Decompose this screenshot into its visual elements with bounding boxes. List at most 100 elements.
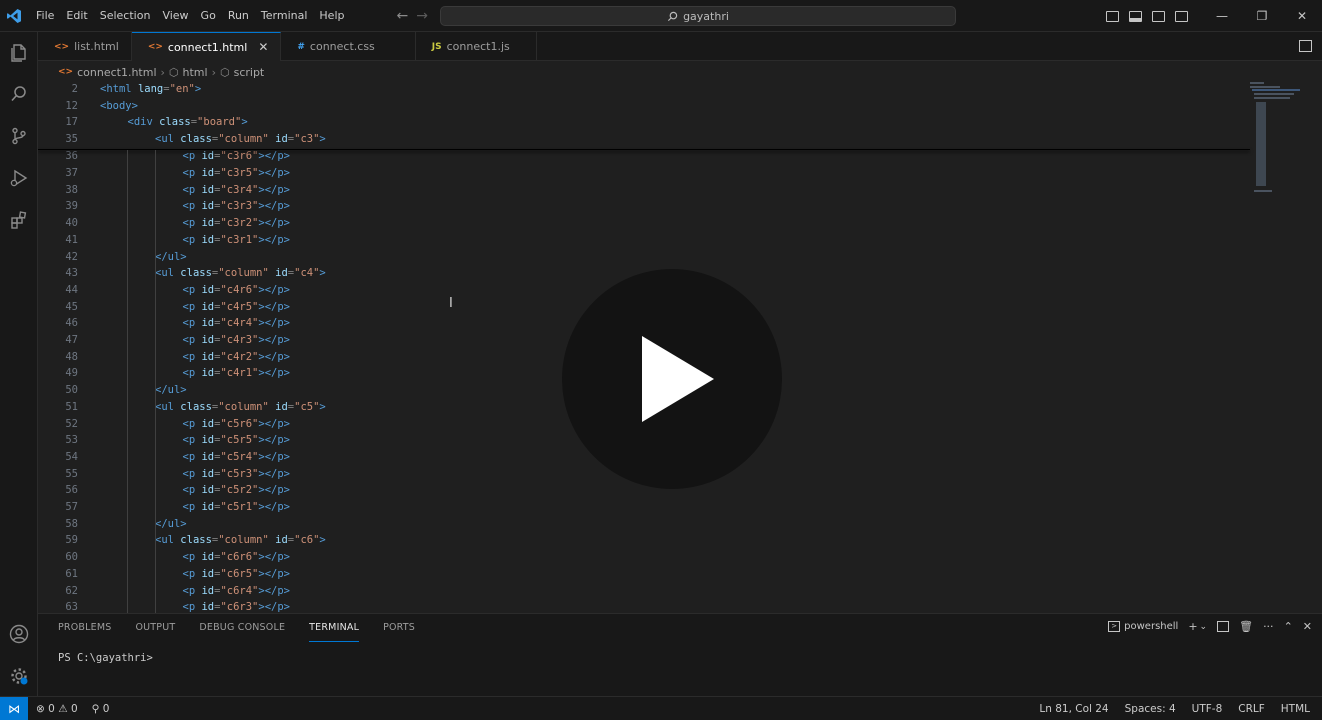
extensions-icon[interactable]	[7, 208, 31, 232]
breadcrumb-script[interactable]: script	[234, 66, 265, 79]
toggle-secondary-sidebar-icon[interactable]	[1152, 10, 1165, 22]
code-line[interactable]: 62 <p id="c6r4"></p>	[38, 583, 1258, 600]
language-mode[interactable]: HTML	[1281, 703, 1310, 715]
forward-arrow-icon[interactable]: →	[416, 8, 428, 24]
run-and-debug-icon[interactable]	[7, 166, 31, 190]
code-token: <p	[182, 601, 202, 613]
split-terminal-icon[interactable]	[1217, 621, 1230, 632]
explorer-icon[interactable]	[7, 40, 31, 64]
cursor-position[interactable]: Ln 81, Col 24	[1039, 703, 1108, 715]
maximize-panel-icon[interactable]: ⌃	[1284, 620, 1293, 633]
code-token: "c6r3"	[220, 601, 259, 613]
tab-ports[interactable]: PORTS	[383, 614, 415, 642]
end-of-line[interactable]: CRLF	[1238, 703, 1265, 715]
code-text: <p id="c6r3"></p>	[183, 599, 291, 613]
code-token: id	[201, 434, 215, 447]
code-line[interactable]: 35 <ul class="column" id="c3">	[38, 131, 1258, 148]
chevron-down-icon[interactable]: ⌄	[1200, 622, 1208, 632]
back-arrow-icon[interactable]: ←	[396, 8, 408, 24]
tab-list-html[interactable]: <> list.html	[38, 32, 132, 61]
navigation-arrows: ← →	[396, 8, 427, 24]
code-line[interactable]: 60 <p id="c6r6"></p>	[38, 549, 1258, 566]
menu-go[interactable]: Go	[195, 0, 222, 32]
video-play-button[interactable]	[562, 269, 782, 489]
toggle-primary-sidebar-icon[interactable]	[1106, 10, 1119, 22]
manage-gear-icon[interactable]	[7, 664, 31, 688]
problems-status[interactable]: ⊗ 0 ⚠ 0	[36, 703, 78, 715]
element-icon: ⬡	[219, 65, 230, 79]
broadcast-icon: ⚲	[91, 702, 100, 715]
code-line[interactable]: 42 </ul>	[38, 249, 1258, 266]
code-line[interactable]: 59 <ul class="column" id="c6">	[38, 532, 1258, 549]
minimap[interactable]	[1250, 80, 1304, 200]
menu-help[interactable]: Help	[313, 0, 350, 32]
tab-connect1-html[interactable]: <> connect1.html ✕	[131, 32, 282, 61]
layout-controls	[1106, 10, 1188, 22]
menu-terminal[interactable]: Terminal	[255, 0, 314, 32]
code-line[interactable]: 40 <p id="c3r2"></p>	[38, 215, 1258, 232]
code-token: </ul>	[155, 517, 187, 530]
breadcrumb-file[interactable]: connect1.html	[77, 66, 156, 79]
toggle-panel-icon[interactable]	[1129, 10, 1142, 22]
tab-connect1-js[interactable]: JS connect1.js	[416, 32, 537, 61]
code-token: id	[201, 551, 215, 564]
code-token: "c5r3"	[220, 467, 259, 480]
code-token: ></p>	[258, 367, 290, 380]
code-token: id	[201, 334, 215, 346]
tab-output[interactable]: OUTPUT	[135, 614, 175, 642]
indentation[interactable]: Spaces: 4	[1125, 703, 1176, 715]
code-token: id	[201, 501, 215, 513]
source-control-icon[interactable]	[7, 124, 31, 148]
remote-indicator-icon[interactable]: ⋈	[0, 696, 28, 720]
search-sidebar-icon[interactable]	[7, 82, 31, 106]
menu-selection[interactable]: Selection	[94, 0, 157, 32]
minimize-window-icon[interactable]: —	[1202, 0, 1242, 32]
breadcrumb-html[interactable]: html	[183, 66, 208, 79]
split-editor-icon[interactable]	[1299, 40, 1312, 52]
code-line[interactable]: 36 <p id="c3r6"></p>	[38, 148, 1258, 165]
code-token: ></p>	[258, 350, 290, 363]
menu-edit[interactable]: Edit	[60, 0, 93, 32]
tab-debug-console[interactable]: DEBUG CONSOLE	[199, 614, 285, 642]
restore-window-icon[interactable]: ❐	[1242, 0, 1282, 32]
command-center-search[interactable]: gayathri	[440, 6, 956, 26]
customize-layout-icon[interactable]	[1175, 10, 1188, 22]
menu-view[interactable]: View	[156, 0, 194, 32]
code-line[interactable]: 41 <p id="c3r1"></p>	[38, 232, 1258, 249]
menu-file[interactable]: File	[30, 0, 60, 32]
line-number: 61	[65, 567, 78, 580]
tab-connect-css[interactable]: # connect.css	[281, 32, 416, 61]
code-token: ></p>	[258, 150, 290, 163]
code-line[interactable]: 63 <p id="c6r3"></p>	[38, 599, 1258, 613]
terminal-shell-label[interactable]: powershell	[1124, 621, 1178, 632]
close-tab-icon[interactable]: ✕	[258, 40, 268, 54]
tab-terminal[interactable]: TERMINAL	[309, 614, 360, 642]
new-terminal-icon[interactable]: +	[1188, 620, 1197, 633]
code-token: id	[201, 283, 215, 296]
code-token: "c6r6"	[220, 551, 259, 564]
tab-problems[interactable]: PROBLEMS	[58, 614, 111, 642]
more-actions-icon[interactable]: ···	[1263, 620, 1274, 633]
menu-run[interactable]: Run	[222, 0, 255, 32]
terminal-prompt[interactable]: PS C:\gayathri>	[58, 652, 153, 664]
ports-status[interactable]: ⚲ 0	[92, 703, 110, 715]
code-line[interactable]: 2 <html lang="en">	[38, 81, 1258, 98]
code-line[interactable]: 61 <p id="c6r5"></p>	[38, 566, 1258, 583]
code-line[interactable]: 57 <p id="c5r1"></p>	[38, 499, 1258, 516]
code-line[interactable]: 58 </ul>	[38, 516, 1258, 533]
close-panel-icon[interactable]: ✕	[1303, 620, 1312, 633]
code-token: <p	[182, 584, 202, 597]
code-token: <p	[182, 551, 202, 564]
code-text: <p id="c4r3"></p>	[183, 332, 291, 349]
accounts-icon[interactable]	[7, 622, 31, 646]
code-line[interactable]: 12 <body>	[38, 98, 1258, 115]
code-token: ></p>	[258, 417, 290, 430]
code-line[interactable]: 17 <div class="board">	[38, 114, 1258, 131]
code-line[interactable]: 39 <p id="c3r3"></p>	[38, 198, 1258, 215]
code-token: lang	[137, 83, 164, 95]
encoding[interactable]: UTF-8	[1192, 703, 1223, 715]
close-window-icon[interactable]: ✕	[1282, 0, 1322, 32]
trash-icon[interactable]: 🗑	[1239, 620, 1253, 633]
code-line[interactable]: 38 <p id="c3r4"></p>	[38, 182, 1258, 199]
code-line[interactable]: 37 <p id="c3r5"></p>	[38, 165, 1258, 182]
